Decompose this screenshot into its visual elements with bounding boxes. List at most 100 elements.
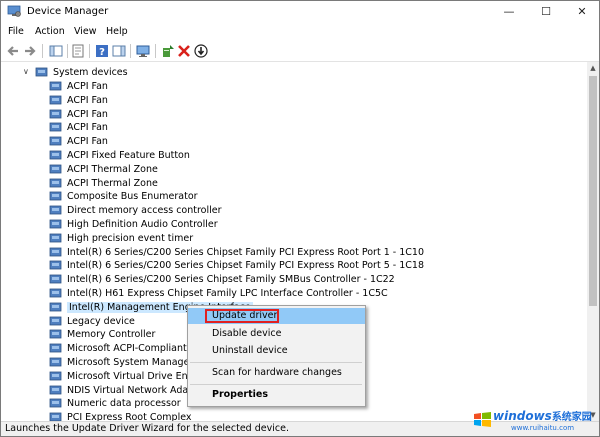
tree-item-label: PCI Express Root Complex: [67, 412, 192, 421]
help-icon[interactable]: ?: [95, 44, 109, 58]
tree-item-device[interactable]: Intel(R) H61 Express Chipset Family LPC …: [49, 287, 388, 300]
tree-item-device[interactable]: ACPI Fan: [49, 108, 108, 121]
update-driver-icon[interactable]: [161, 44, 175, 58]
tree-item-device[interactable]: ACPI Fixed Feature Button: [49, 149, 190, 162]
tree-item-device[interactable]: Intel(R) 6 Series/C200 Series Chipset Fa…: [49, 259, 424, 272]
tree-item-device[interactable]: Microsoft ACPI-Compliant Sy: [49, 342, 201, 355]
tree-item-label: ACPI Thermal Zone: [67, 164, 158, 175]
tree-item-label: Intel(R) H61 Express Chipset Family LPC …: [67, 288, 388, 299]
tree-item-device[interactable]: Microsoft System Manageme: [49, 356, 205, 369]
scan-hardware-icon[interactable]: [194, 44, 208, 58]
tree-item-label: Intel(R) 6 Series/C200 Series Chipset Fa…: [67, 274, 395, 285]
tree-item-label: ACPI Fan: [67, 109, 108, 120]
tree-item-label: ACPI Fan: [67, 95, 108, 106]
show-hide-console-tree-icon[interactable]: [49, 44, 63, 58]
tree-item-device[interactable]: PCI Express Root Complex: [49, 411, 192, 421]
system-device-icon: [49, 205, 62, 215]
windows-logo-icon: [474, 412, 491, 427]
title-bar: Device Manager — ☐ ✕: [1, 1, 599, 23]
tree-item-device[interactable]: ACPI Thermal Zone: [49, 177, 158, 190]
system-device-icon: [49, 385, 62, 395]
system-device-icon: [49, 150, 62, 160]
system-device-icon: [49, 288, 62, 298]
tree-item-device[interactable]: Direct memory access controller: [49, 204, 222, 217]
system-device-icon: [49, 164, 62, 174]
system-device-icon: [49, 81, 62, 91]
tree-item-device[interactable]: Intel(R) 6 Series/C200 Series Chipset Fa…: [49, 273, 395, 286]
monitor-icon[interactable]: [136, 44, 150, 58]
properties-icon[interactable]: [71, 44, 85, 58]
system-device-icon: [49, 122, 62, 132]
forward-arrow-icon[interactable]: [23, 44, 37, 58]
watermark: windows系统家园 www.ruihaitu.com: [473, 408, 597, 434]
tree-item-label: Direct memory access controller: [67, 205, 222, 216]
maximize-button[interactable]: ☐: [528, 1, 564, 23]
toolbar: ?: [1, 41, 599, 62]
tree-item-label: Legacy device: [67, 316, 135, 327]
tree-item-device[interactable]: ACPI Fan: [49, 121, 108, 134]
system-device-icon: [49, 357, 62, 367]
context-menu-label: Uninstall device: [212, 345, 288, 356]
toolbar-separator: [130, 44, 131, 58]
tree-item-label: ACPI Fixed Feature Button: [67, 150, 190, 161]
menu-help[interactable]: Help: [106, 26, 128, 37]
minimize-button[interactable]: —: [491, 1, 527, 23]
system-device-icon: [49, 274, 62, 284]
tree-item-label: ACPI Fan: [67, 81, 108, 92]
tree-item-label: Microsoft System Manageme: [67, 357, 205, 368]
tree-item-device[interactable]: Numeric data processor: [49, 397, 181, 410]
tree-item-device[interactable]: Memory Controller: [49, 328, 155, 341]
watermark-url: www.ruihaitu.com: [511, 424, 575, 432]
system-device-icon: [49, 412, 62, 421]
context-menu-separator: [190, 384, 362, 385]
tree-item-label: Memory Controller: [67, 329, 156, 340]
uninstall-icon[interactable]: [177, 44, 191, 58]
context-menu-separator: [190, 362, 362, 363]
menu-file[interactable]: File: [8, 26, 24, 37]
collapse-chevron-icon[interactable]: ∨: [23, 67, 29, 76]
system-device-icon: [49, 136, 62, 146]
vertical-scrollbar[interactable]: ▲ ▼: [587, 62, 599, 421]
category-label: System devices: [53, 67, 128, 78]
context-menu-update-driver[interactable]: Update driver: [188, 308, 365, 324]
tree-item-device[interactable]: ACPI Fan: [49, 94, 108, 107]
red-callout-box: [205, 309, 279, 323]
toolbar-separator: [67, 44, 68, 58]
tree-item-device[interactable]: Legacy device: [49, 315, 135, 328]
tree-item-device[interactable]: Composite Bus Enumerator: [49, 190, 198, 203]
svg-text:?: ?: [99, 47, 105, 58]
menu-view[interactable]: View: [74, 26, 97, 37]
device-manager-window: Device Manager — ☐ ✕ File Action View He…: [0, 0, 600, 437]
system-device-icon: [49, 233, 62, 243]
status-text: Launches the Update Driver Wizard for th…: [5, 423, 289, 434]
system-device-icon: [49, 178, 62, 188]
scrollbar-thumb[interactable]: [589, 76, 597, 306]
context-menu-disable-device[interactable]: Disable device: [188, 326, 365, 342]
context-menu-uninstall-device[interactable]: Uninstall device: [188, 343, 365, 359]
tree-item-device[interactable]: NDIS Virtual Network Adapter: [49, 384, 208, 397]
system-device-icon: [49, 219, 62, 229]
context-menu: Update driver Disable device Uninstall d…: [187, 305, 366, 407]
tree-category-system-devices[interactable]: System devices: [35, 66, 128, 79]
context-menu-properties[interactable]: Properties: [188, 387, 365, 403]
tree-item-device[interactable]: ACPI Thermal Zone: [49, 163, 158, 176]
tree-item-device[interactable]: ACPI Fan: [49, 80, 108, 93]
tree-item-label: ACPI Thermal Zone: [67, 178, 158, 189]
tree-item-device[interactable]: High Definition Audio Controller: [49, 218, 218, 231]
back-arrow-icon[interactable]: [6, 44, 20, 58]
context-menu-scan-hardware[interactable]: Scan for hardware changes: [188, 365, 365, 381]
tree-item-label: Microsoft ACPI-Compliant Sy: [67, 343, 202, 354]
tree-item-label: Intel(R) 6 Series/C200 Series Chipset Fa…: [67, 260, 424, 271]
action-pane-icon[interactable]: [112, 44, 126, 58]
tree-item-device[interactable]: Microsoft Virtual Drive Enume: [49, 370, 209, 383]
tree-item-device[interactable]: ACPI Fan: [49, 135, 108, 148]
menu-action[interactable]: Action: [35, 26, 65, 37]
tree-item-label: Numeric data processor: [67, 398, 181, 409]
system-device-icon: [49, 371, 62, 381]
system-device-icon: [49, 95, 62, 105]
close-button[interactable]: ✕: [564, 1, 599, 23]
tree-item-device[interactable]: High precision event timer: [49, 232, 193, 245]
tree-item-label: Intel(R) 6 Series/C200 Series Chipset Fa…: [67, 247, 424, 258]
scroll-up-arrow-icon[interactable]: ▲: [587, 62, 599, 74]
tree-item-device[interactable]: Intel(R) 6 Series/C200 Series Chipset Fa…: [49, 246, 424, 259]
